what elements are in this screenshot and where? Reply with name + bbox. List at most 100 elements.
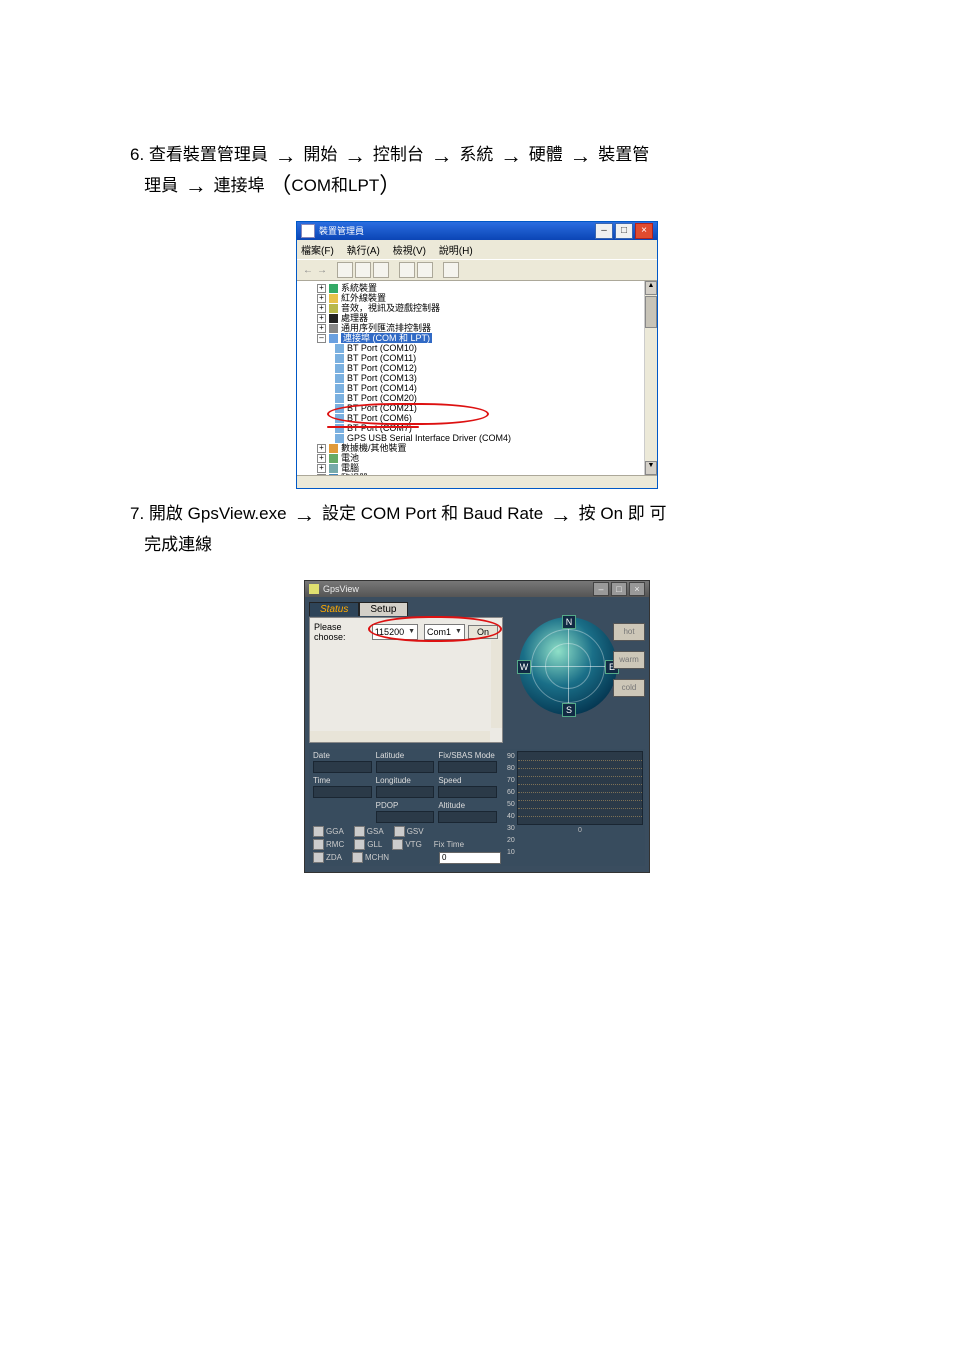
tree-label: BT Port (COM10) [347, 343, 417, 353]
menu-action[interactable]: 執行(A) [347, 246, 380, 257]
time-label: Time [313, 776, 372, 785]
tree-leaf[interactable]: BT Port (COM13) [299, 373, 655, 383]
com-select[interactable]: Com1▼ [424, 624, 465, 640]
device-icon [329, 324, 338, 333]
checkbox[interactable] [313, 839, 324, 850]
expand-icon[interactable]: + [317, 314, 326, 323]
tab-setup[interactable]: Setup [359, 602, 407, 616]
expand-icon[interactable]: + [317, 284, 326, 293]
menu-help[interactable]: 說明(H) [439, 246, 473, 257]
tree-label: 音效，視訊及遊戲控制器 [341, 303, 440, 313]
collapse-icon[interactable]: – [317, 334, 326, 343]
baud-select[interactable]: 115200▼ [372, 624, 418, 640]
start-buttons: hot warm cold [613, 623, 645, 697]
scroll-down-icon[interactable]: ▼ [645, 461, 657, 475]
toolbar-button[interactable] [443, 262, 459, 278]
maximize-button[interactable]: □ [611, 582, 627, 596]
hot-button[interactable]: hot [613, 623, 645, 641]
menu-view[interactable]: 檢視(V) [393, 246, 426, 257]
scroll-up-icon[interactable]: ▲ [645, 281, 657, 295]
tree-label: GPS USB Serial Interface Driver (COM4) [347, 433, 511, 443]
tree-node[interactable]: +通用序列匯流排控制器 [299, 323, 655, 333]
app-icon [301, 224, 315, 238]
tree-leaf[interactable]: BT Port (COM10) [299, 343, 655, 353]
window-title: GpsView [323, 584, 359, 594]
t: 開始 [303, 145, 337, 164]
scroll-thumb[interactable] [645, 296, 657, 328]
maximize-button[interactable]: □ [615, 223, 633, 239]
toolbar-button[interactable] [355, 262, 371, 278]
forward-icon[interactable]: → [317, 265, 327, 276]
window-titlebar[interactable]: GpsView – □ × [305, 581, 649, 597]
cold-button[interactable]: cold [613, 679, 645, 697]
expand-icon[interactable]: + [317, 444, 326, 453]
arrow-icon: → [568, 143, 594, 168]
minimize-button[interactable]: – [595, 223, 613, 239]
window-buttons: – □ × [593, 223, 653, 239]
close-button[interactable]: × [635, 223, 653, 239]
warm-button[interactable]: warm [613, 651, 645, 669]
window-buttons: – □ × [591, 582, 645, 596]
tree-node[interactable]: +監視器 [299, 473, 655, 475]
minimize-button[interactable]: – [593, 582, 609, 596]
window-titlebar[interactable]: 裝置管理員 – □ × [297, 222, 657, 240]
checkbox[interactable] [354, 839, 365, 850]
toolbar-button[interactable] [337, 262, 353, 278]
t: 理員 [144, 176, 178, 195]
nmea-panel: Please choose: 115200▼ Com1▼ On [309, 617, 503, 743]
checkbox[interactable] [313, 852, 324, 863]
menu-bar[interactable]: 檔案(F) 執行(A) 檢視(V) 說明(H) [297, 240, 657, 259]
scrollbar-vertical[interactable] [491, 640, 502, 728]
alt-label: Altitude [438, 801, 497, 810]
toolbar-button[interactable] [417, 262, 433, 278]
tree-leaf[interactable]: BT Port (COM20) [299, 393, 655, 403]
scrollbar-horizontal[interactable] [310, 731, 490, 742]
checkbox[interactable] [352, 852, 363, 863]
checkbox[interactable] [354, 826, 365, 837]
tree-node[interactable]: +電腦 [299, 463, 655, 473]
expand-icon[interactable]: + [317, 454, 326, 463]
tree-node[interactable]: +系統裝置 [299, 283, 655, 293]
tree-node[interactable]: +處理器 [299, 313, 655, 323]
tree-leaf[interactable]: BT Port (COM6) [299, 413, 655, 423]
checkbox[interactable] [392, 839, 403, 850]
fixtime-field[interactable]: 0 [439, 852, 501, 864]
t: COM和LPT [291, 176, 379, 195]
menu-file[interactable]: 檔案(F) [301, 246, 334, 257]
tree-leaf[interactable]: BT Port (COM11) [299, 353, 655, 363]
checkbox[interactable] [313, 826, 324, 837]
toolbar-button[interactable] [399, 262, 415, 278]
arrow-icon: → [548, 502, 574, 527]
window-title: 裝置管理員 [319, 222, 364, 240]
tab-status[interactable]: Status [309, 602, 359, 616]
scrollbar-vertical[interactable]: ▲ ▼ [644, 281, 657, 475]
tree-leaf[interactable]: BT Port (COM21) [299, 403, 655, 413]
back-icon[interactable]: ← [303, 265, 313, 276]
tree-node[interactable]: +紅外線裝置 [299, 293, 655, 303]
expand-icon[interactable]: + [317, 304, 326, 313]
speed-label: Speed [438, 776, 497, 785]
tree-node[interactable]: + 音效，視訊及遊戲控制器 [299, 303, 655, 313]
tree-leaf[interactable]: BT Port (COM7) [299, 423, 655, 433]
step-num: 7 [130, 504, 139, 523]
device-icon [329, 304, 338, 313]
tree-leaf[interactable]: BT Port (COM12) [299, 363, 655, 373]
gpsview-window: GpsView – □ × Status Setup Please choose… [304, 580, 650, 873]
device-tree[interactable]: +系統裝置 +紅外線裝置 + 音效，視訊及遊戲控制器 +處理器 +通用序列匯流排控… [297, 281, 657, 475]
on-button[interactable]: On [468, 625, 498, 639]
y-axis-labels: 90 80 70 60 50 40 30 20 10 [507, 751, 517, 864]
tree-leaf[interactable]: BT Port (COM14) [299, 383, 655, 393]
tree-leaf-gps[interactable]: GPS USB Serial Interface Driver (COM4) [299, 433, 655, 443]
expand-icon[interactable]: + [317, 294, 326, 303]
close-button[interactable]: × [629, 582, 645, 596]
expand-icon[interactable]: + [317, 324, 326, 333]
tree-node[interactable]: +電池 [299, 453, 655, 463]
toolbar-button[interactable] [373, 262, 389, 278]
tree-node[interactable]: +數據機/其他裝置 [299, 443, 655, 453]
expand-icon[interactable]: + [317, 464, 326, 473]
tree-node-ports[interactable]: –連接埠 (COM 和 LPT) [299, 333, 655, 343]
checkbox[interactable] [394, 826, 405, 837]
t: 按 [579, 504, 596, 523]
expand-icon[interactable]: + [317, 474, 326, 476]
globe-skyplot: N S E W [519, 617, 617, 715]
